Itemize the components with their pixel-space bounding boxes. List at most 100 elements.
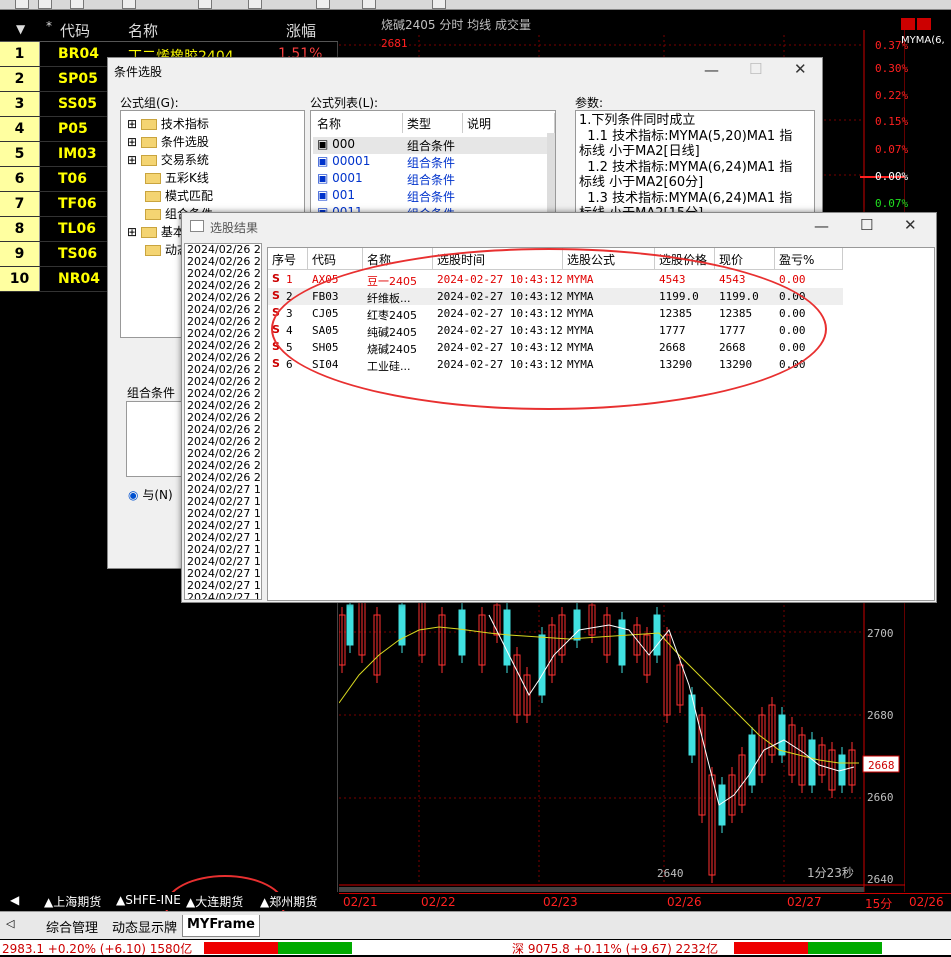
tab-dynamic-board[interactable]: 动态显示牌	[108, 915, 181, 937]
list-header-name[interactable]: 名称	[313, 113, 403, 133]
params-label: 参数:	[575, 96, 604, 110]
formula-group-label: 公式组(G):	[120, 96, 179, 110]
pct-label: 0.22%	[875, 89, 908, 102]
close-icon[interactable]: ✕	[794, 60, 807, 78]
minimize-icon[interactable]: —	[704, 61, 719, 79]
status-bar-red	[204, 942, 278, 954]
and-radio[interactable]: ◉ 与(N)	[128, 486, 173, 503]
status-right: 深 9075.8 +0.11% (+9.67) 2232亿	[512, 942, 719, 956]
row-number: 6	[0, 167, 40, 191]
tab-zhengzhou[interactable]: ▲郑州期货	[260, 893, 317, 910]
candle-body	[346, 604, 354, 646]
date-label: 02/26	[667, 895, 702, 909]
pencil-icon[interactable]	[15, 0, 29, 9]
tree-item-trade[interactable]: ⊞ 交易系统	[127, 151, 209, 168]
pct-label: 0.30%	[875, 62, 908, 75]
status-bar-green	[808, 942, 882, 954]
tree-item-pattern[interactable]: 模式匹配	[145, 187, 213, 204]
tree-item-cond[interactable]: ⊞ 条件选股	[127, 133, 209, 150]
tab-shfe-ine[interactable]: ▲SHFE-INE	[116, 893, 181, 910]
candle-body	[808, 739, 816, 786]
list-header-desc[interactable]: 说明	[463, 113, 555, 133]
tab-dalian[interactable]: ▲大连期货	[186, 893, 243, 910]
row-mark-icon: S	[272, 289, 280, 302]
date-item[interactable]: 2024/02/27 10	[185, 592, 261, 600]
price-label: 2681	[381, 37, 408, 50]
column-header-change[interactable]: 涨幅	[286, 20, 316, 41]
zoom-icon[interactable]	[316, 0, 330, 9]
star-column: *	[46, 19, 52, 33]
date-label: 02/22	[421, 895, 456, 909]
cursor-icon[interactable]	[248, 0, 262, 9]
clock-icon[interactable]	[198, 0, 212, 9]
list-item[interactable]: ▣ 001 组合条件	[313, 188, 549, 205]
period-label[interactable]: 15分	[865, 895, 892, 912]
dialog-title: 条件选股	[114, 65, 163, 79]
row-number: 5	[0, 142, 40, 166]
chart-title: 烧碱2405 分时 均线 成交量	[381, 17, 531, 32]
row-code: TL06	[58, 221, 96, 237]
col-header[interactable]: 序号	[268, 248, 308, 270]
row-code: SP05	[58, 71, 98, 87]
result-date-list[interactable]: 2024/02/26 23 2024/02/26 23 2024/02/26 23 2…	[184, 243, 262, 600]
tree-item-tech[interactable]: ⊞ 技术指标	[127, 115, 209, 132]
annotation-ellipse	[271, 248, 827, 410]
close-icon[interactable]: ✕	[904, 216, 917, 234]
pct-label: 0.00%	[875, 170, 908, 183]
col-header[interactable]: 代码	[308, 248, 363, 270]
formula-list-label: 公式列表(L):	[310, 96, 379, 110]
list-header-type[interactable]: 类型	[403, 113, 463, 133]
tree-item-basic[interactable]: ⊞ 基本	[127, 223, 185, 240]
timer-label: 1分23秒	[807, 866, 854, 880]
quote-list-header: ▼ * 代码 名称 涨幅	[0, 15, 338, 42]
window-icon	[190, 220, 204, 232]
date-label: 02/21	[343, 895, 378, 909]
search-icon[interactable]	[362, 0, 376, 9]
tab-scroll-left[interactable]: ◀	[10, 893, 19, 910]
row-code: SS05	[58, 96, 98, 112]
status-bar: 2983.1 +0.20% (+6.10) 1580亿 深 9075.8 +0.…	[0, 940, 951, 956]
row-number: 9	[0, 242, 40, 266]
low-label: 2640	[657, 867, 684, 880]
list-item[interactable]: ▣ 0001 组合条件	[313, 171, 549, 188]
chart-scrollbar[interactable]	[339, 887, 864, 892]
columns-icon[interactable]	[70, 0, 84, 9]
k-icon[interactable]	[901, 18, 915, 30]
row-code: BR04	[58, 46, 99, 62]
row-mark-icon: S	[272, 272, 280, 285]
column-header-name[interactable]: 名称	[128, 20, 158, 41]
tree-item-color-k[interactable]: 五彩K线	[145, 169, 209, 186]
minimize-icon[interactable]: —	[814, 217, 829, 235]
tab-shanghai[interactable]: ▲上海期货	[44, 893, 101, 910]
export-icon[interactable]	[38, 0, 52, 9]
candle-body	[748, 734, 756, 786]
candle-body	[618, 619, 626, 666]
tab-nav-left[interactable]: ◁	[2, 915, 18, 937]
list-item[interactable]: ▣ 00001 组合条件	[313, 154, 549, 171]
bars-icon[interactable]	[122, 0, 136, 9]
cell-seq: 1	[286, 273, 293, 286]
tab-overview[interactable]: 综合管理	[42, 915, 102, 937]
close-icon[interactable]	[917, 18, 931, 30]
cell-pnl: 0.00	[779, 273, 806, 286]
price-label: 2680	[867, 709, 894, 722]
column-header-code[interactable]: 代码	[60, 20, 90, 41]
col-header[interactable]: 盈亏%	[775, 248, 843, 270]
candle-body	[538, 634, 546, 696]
gear-icon[interactable]	[432, 0, 446, 9]
maximize-icon[interactable]: ☐	[860, 216, 873, 234]
pct-label: 0.07%	[875, 197, 908, 210]
row-code: T06	[58, 171, 88, 187]
last-price-text: 2668	[868, 759, 895, 772]
candle-body	[503, 609, 511, 666]
row-number: 4	[0, 117, 40, 141]
row-number: 7	[0, 192, 40, 216]
row-code: IM03	[58, 146, 97, 162]
sort-arrow-icon[interactable]: ▼	[16, 22, 25, 36]
list-item[interactable]: ▣ 000 组合条件	[313, 137, 549, 154]
combo-condition-box[interactable]	[126, 401, 184, 477]
tab-myframe[interactable]: MYFrame	[182, 915, 260, 937]
dialog-title: 选股结果	[210, 221, 259, 235]
row-code: P05	[58, 121, 88, 137]
top-toolbar	[0, 0, 951, 10]
